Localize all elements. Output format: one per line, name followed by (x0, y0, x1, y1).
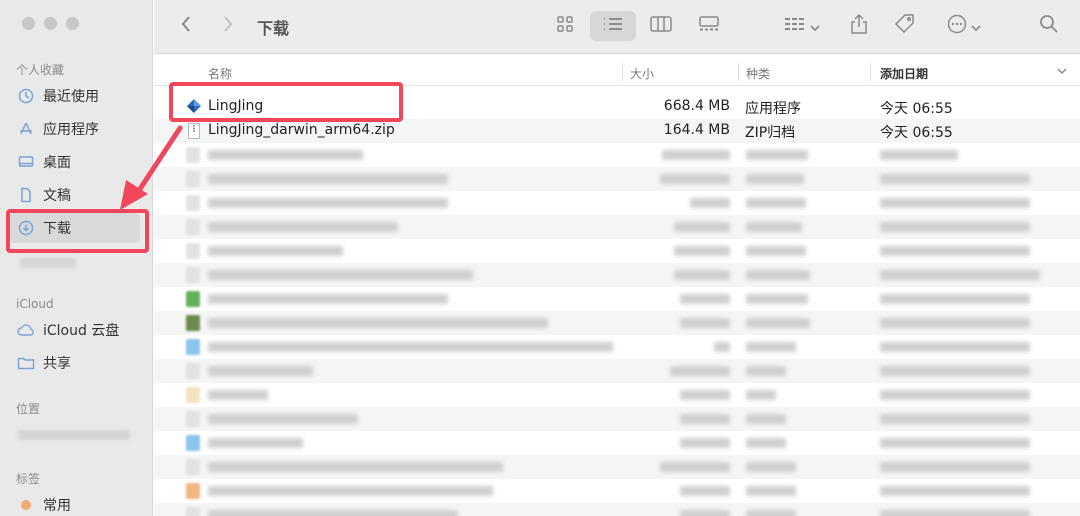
apps-icon (17, 121, 35, 137)
column-view-button[interactable] (646, 11, 676, 41)
group-grid-icon (784, 16, 806, 36)
section-title-locations: 位置 (16, 402, 41, 416)
table-row[interactable]: LingJing_darwin_arm64.zip 164.4 MB ZIP归档… (154, 119, 1080, 143)
back-button[interactable] (172, 11, 200, 41)
blurred-row (154, 431, 1080, 455)
document-icon (17, 187, 35, 203)
cloud-icon (17, 323, 35, 337)
sidebar-item-documents[interactable]: 文稿 (8, 180, 140, 210)
action-menu-button[interactable] (940, 11, 988, 41)
file-kind: 应用程序 (745, 101, 801, 117)
blurred-row (154, 383, 1080, 407)
gallery-view-button[interactable] (694, 11, 724, 41)
column-date-added[interactable]: 添加日期 (880, 65, 928, 82)
file-size: 668.4 MB (663, 98, 730, 114)
blurred-row (154, 455, 1080, 479)
blurred-row (154, 239, 1080, 263)
blurred-row (154, 215, 1080, 239)
blurred-row (154, 359, 1080, 383)
sort-chevron-down-icon[interactable] (1057, 64, 1067, 78)
share-icon (850, 13, 868, 39)
tag-button[interactable] (890, 11, 920, 41)
search-icon (1039, 14, 1059, 38)
file-date: 今天 06:55 (880, 125, 953, 141)
gallery-icon (698, 16, 720, 36)
blurred-row (154, 335, 1080, 359)
column-size[interactable]: 大小 (630, 65, 654, 82)
group-by-button[interactable] (778, 11, 826, 41)
shared-folder-icon (17, 356, 35, 370)
blurred-row (154, 191, 1080, 215)
blurred-row (154, 143, 1080, 167)
sidebar-item-label: 常用 (43, 498, 71, 514)
sidebar: 个人收藏 最近使用 应用程序 桌面 文稿 下载 iCloud iCloud 云盘… (0, 0, 153, 516)
file-kind: ZIP归档 (745, 125, 796, 141)
list-icon (602, 16, 624, 36)
annotation-highlight-downloads (6, 209, 149, 253)
section-title-favorites: 个人收藏 (16, 63, 65, 77)
tag-icon (894, 13, 916, 39)
blurred-sidebar-item (20, 258, 76, 268)
blurred-row (154, 407, 1080, 431)
blurred-row (154, 167, 1080, 191)
search-button[interactable] (1034, 11, 1064, 41)
section-title-tags: 标签 (16, 472, 41, 486)
column-kind[interactable]: 种类 (746, 65, 770, 82)
sidebar-item-desktop[interactable]: 桌面 (8, 147, 140, 177)
icon-view-button[interactable] (550, 11, 580, 41)
blurred-location-item (18, 430, 130, 440)
sidebar-item-tag-common[interactable]: 常用 (8, 490, 140, 516)
columns-icon (650, 16, 672, 36)
clock-icon (17, 88, 35, 104)
sidebar-item-label: 文稿 (43, 188, 71, 204)
tag-dot-icon (17, 500, 35, 510)
blurred-row (154, 503, 1080, 516)
toolbar: 下载 (154, 0, 1080, 54)
annotation-highlight-app (169, 82, 403, 122)
section-title-icloud: iCloud (16, 297, 54, 311)
forward-button[interactable] (214, 11, 242, 41)
grid-icon (556, 15, 574, 37)
close-window-button[interactable] (22, 17, 35, 30)
column-separator[interactable] (738, 63, 739, 81)
file-name: LingJing_darwin_arm64.zip (208, 122, 395, 138)
chevron-left-icon (180, 15, 192, 37)
ellipsis-circle-icon (947, 14, 967, 38)
window-controls (22, 17, 79, 30)
blurred-row (154, 263, 1080, 287)
file-date: 今天 06:55 (880, 101, 953, 117)
file-size: 164.4 MB (663, 122, 730, 138)
sidebar-item-label: 共享 (43, 356, 71, 372)
blurred-row (154, 287, 1080, 311)
column-separator[interactable] (870, 63, 871, 81)
sidebar-item-label: iCloud 云盘 (43, 323, 120, 339)
zoom-window-button[interactable] (66, 17, 79, 30)
sidebar-item-label: 应用程序 (43, 122, 99, 138)
chevron-down-icon (971, 17, 981, 36)
desktop-icon (17, 154, 35, 170)
sidebar-item-recents[interactable]: 最近使用 (8, 81, 140, 111)
window-title: 下载 (257, 19, 290, 38)
blurred-row (154, 479, 1080, 503)
zip-file-icon (188, 123, 200, 143)
chevron-down-icon (810, 17, 820, 36)
column-name[interactable]: 名称 (208, 65, 232, 82)
chevron-right-icon (222, 15, 234, 37)
sidebar-item-applications[interactable]: 应用程序 (8, 114, 140, 144)
column-separator[interactable] (622, 63, 623, 81)
list-view-button[interactable] (590, 11, 636, 41)
sidebar-item-label: 最近使用 (43, 89, 99, 105)
blurred-row (154, 311, 1080, 335)
share-button[interactable] (844, 11, 874, 41)
sidebar-item-label: 桌面 (43, 155, 71, 171)
sidebar-item-icloud-drive[interactable]: iCloud 云盘 (8, 315, 140, 345)
sidebar-item-shared[interactable]: 共享 (8, 348, 140, 378)
minimize-window-button[interactable] (44, 17, 57, 30)
